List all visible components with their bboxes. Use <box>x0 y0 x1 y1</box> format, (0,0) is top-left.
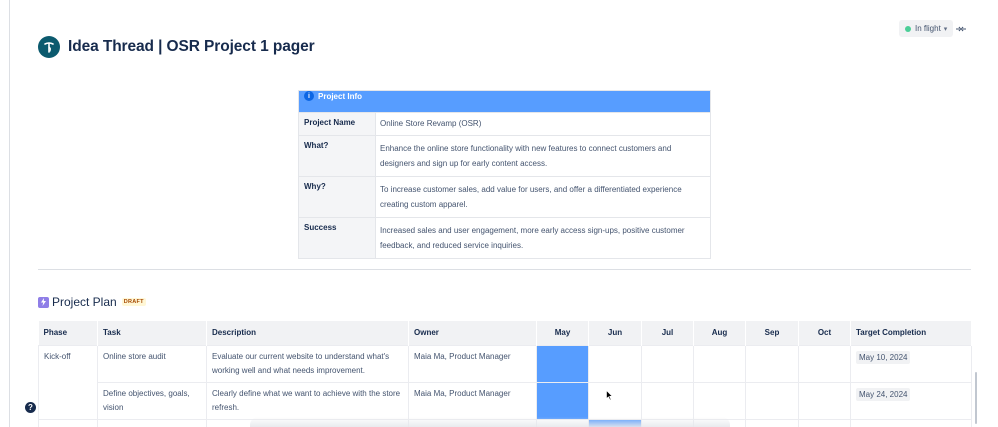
timeline-cell <box>745 418 799 427</box>
timeline-cell <box>693 381 746 420</box>
info-row-project-name: Project Name Online Store Revamp (OSR) <box>298 112 711 136</box>
column-header[interactable]: Jun <box>588 321 642 345</box>
timeline-cell <box>798 381 851 420</box>
timeline-cell <box>693 344 746 383</box>
owner-cell: Maia Ma, Product Manager <box>408 381 537 420</box>
column-header[interactable]: Task <box>97 321 207 345</box>
draft-badge: DRAFT <box>121 298 146 306</box>
owner-cell: Maia Ma, Product Manager <box>408 344 537 383</box>
task-cell: Online store audit <box>97 344 207 383</box>
info-label: Success <box>298 217 376 259</box>
info-value: Online Store Revamp (OSR) <box>375 112 711 136</box>
column-header[interactable]: May <box>536 321 589 345</box>
description-cell: Clearly define what we want to achieve w… <box>206 381 409 420</box>
timeline-cell <box>745 381 799 420</box>
timeline-cell <box>798 418 851 427</box>
info-row-why: Why? To increase customer sales, add val… <box>298 176 711 218</box>
info-label: Project Name <box>298 112 376 136</box>
column-header[interactable]: Description <box>206 321 409 345</box>
status-label: In flight <box>915 24 941 33</box>
table-row: Kick-off Online store audit Evaluate our… <box>38 344 972 420</box>
timeline-cell <box>641 344 694 383</box>
info-icon: i <box>304 91 314 101</box>
project-info-table: i Project Info Project Name Online Store… <box>298 90 711 259</box>
table-row: Define objectives, goals, vision Clearly… <box>39 381 972 420</box>
info-value: To increase customer sales, add value fo… <box>375 176 711 218</box>
timeline-cell <box>588 344 642 383</box>
plan-icon <box>38 296 49 308</box>
timeline-bar-may <box>536 381 589 420</box>
timeline-cell <box>641 381 694 420</box>
info-row-success: Success Increased sales and user engagem… <box>298 217 711 259</box>
page-title: Idea Thread | OSR Project 1 pager <box>68 38 315 55</box>
column-header[interactable]: Jul <box>641 321 694 345</box>
mouse-cursor-icon <box>606 388 613 406</box>
column-header[interactable]: Aug <box>693 321 746 345</box>
info-value: Enhance the online store functionality w… <box>375 135 711 177</box>
description-cell: Evaluate our current website to understa… <box>206 344 409 383</box>
timeline-bar-may <box>536 344 589 383</box>
page-header: Idea Thread | OSR Project 1 pager <box>38 34 315 60</box>
help-icon[interactable]: ? <box>25 402 36 413</box>
target-cell <box>850 418 972 427</box>
date-badge[interactable]: May 10, 2024 <box>856 350 911 364</box>
info-label: Why? <box>298 176 376 218</box>
task-cell: Define objectives, goals, vision <box>97 381 207 420</box>
column-header[interactable]: Owner <box>408 321 537 345</box>
status-dot-icon <box>905 25 911 32</box>
expand-icon[interactable] <box>953 21 969 36</box>
sidebar-border <box>9 0 10 427</box>
info-value: Increased sales and user engagement, mor… <box>375 217 711 259</box>
column-header[interactable]: Target Completion <box>850 321 972 345</box>
scrollbar[interactable] <box>975 372 977 424</box>
timeline-cell <box>798 344 851 383</box>
status-dropdown[interactable]: In flight ▾ <box>899 20 954 37</box>
task-cell <box>97 418 207 427</box>
date-badge[interactable]: May 24, 2024 <box>856 387 911 401</box>
phase-cell: Kick-off <box>38 344 98 420</box>
column-header[interactable]: Sep <box>745 321 799 345</box>
section-divider <box>38 269 971 270</box>
column-header[interactable]: Oct <box>798 321 851 345</box>
plan-heading: Project Plan DRAFT <box>38 295 146 309</box>
info-label: What? <box>298 135 376 177</box>
timeline-cell <box>588 381 642 420</box>
plan-header-row: Phase Task Description Owner May Jun Jul… <box>38 321 972 345</box>
bottom-toolbar-shadow <box>250 417 730 427</box>
chevron-down-icon: ▾ <box>943 25 948 33</box>
info-table-title: Project Info <box>318 91 363 101</box>
page-emoji-icon[interactable] <box>38 36 60 58</box>
column-header[interactable]: Phase <box>38 321 98 345</box>
info-row-what: What? Enhance the online store functiona… <box>298 135 711 177</box>
timeline-cell <box>745 344 799 383</box>
plan-title: Project Plan <box>52 295 117 309</box>
target-cell: May 10, 2024 <box>850 344 972 383</box>
target-cell: May 24, 2024 <box>850 381 972 420</box>
info-table-header: i Project Info <box>298 90 711 113</box>
phase-cell <box>38 418 98 427</box>
project-plan-table: Phase Task Description Owner May Jun Jul… <box>38 321 972 427</box>
